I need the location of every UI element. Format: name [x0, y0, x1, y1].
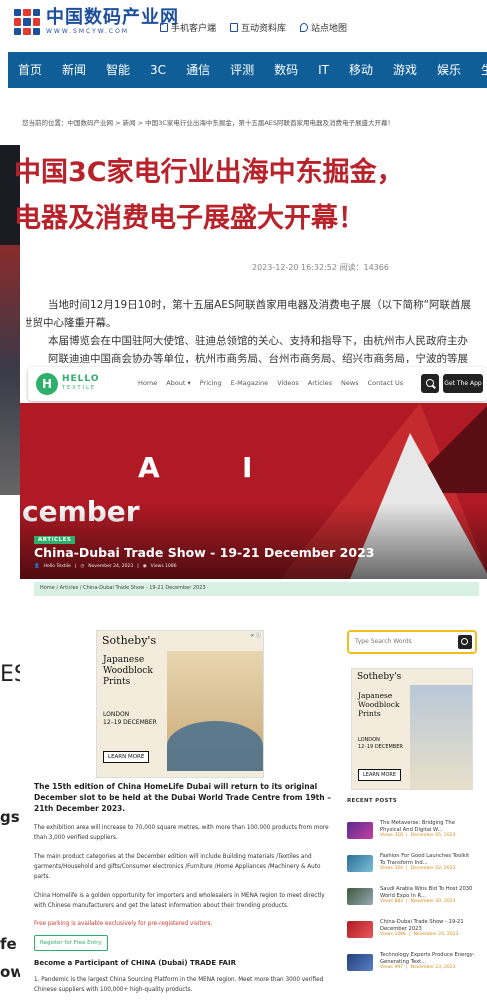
view-count: Views 1086 — [150, 564, 177, 569]
ad-brand: Sotheby's — [357, 672, 402, 682]
cn-article-title: 中国3C家电行业出海中东掘金， 电器及消费电子展盛大开幕！ — [14, 157, 404, 234]
hero-bg-text: A — [138, 451, 160, 484]
cn-article-body: 当地时间12月19日10时，第十五届AES阿联酋家用电器及消费电子展（以下简称“… — [26, 299, 472, 365]
document-icon — [230, 23, 239, 32]
post-thumbnail[interactable] — [347, 855, 373, 872]
ht-logo-sub: TEXTILE — [62, 385, 97, 391]
ad-brand: Sotheby's — [102, 634, 157, 647]
post-date: November 24, 2023 — [88, 564, 134, 569]
parking-note: Free parking is available exclusively fo… — [34, 921, 213, 927]
ad-snow-image — [410, 685, 472, 789]
cn-nav-item[interactable]: 评测 — [220, 52, 264, 88]
article-subheading: Become a Participant of CHINA (Dubai) TR… — [34, 959, 236, 967]
ht-nav-item[interactable]: Videos — [277, 379, 299, 387]
calendar-icon: ◷ — [80, 564, 85, 569]
recent-post[interactable]: Saudi Arabia Wins Bid To Host 2030 World… — [347, 886, 477, 916]
recent-post[interactable]: Fashion For Good Launches Toolkit To Tra… — [347, 853, 477, 883]
sidebar-search-input[interactable]: Type Search Words — [355, 638, 412, 645]
cn-main-nav: 首页 新闻 智能 3C 通信 评测 数码 IT 移动 游戏 娱乐 生活 — [8, 52, 487, 88]
post-thumbnail[interactable] — [347, 921, 373, 938]
category-badge[interactable]: ARTICLES — [34, 536, 76, 544]
ht-article-meta: 👤 Hello Textile | ◷ November 24, 2023 | ◉ Vie… — [34, 564, 177, 569]
recent-post[interactable]: Technology Experts Produce Energy-Genera… — [347, 952, 477, 982]
hero-bg-text: I — [242, 451, 253, 484]
cn-nav-item[interactable]: 移动 — [339, 52, 383, 88]
chevron-down-icon: ▾ — [185, 379, 191, 387]
ad-title: Japanese Woodblock Prints — [358, 691, 400, 718]
cn-link-mobile-client[interactable]: 手机客户端 — [160, 21, 216, 34]
ht-page: H HELLO TEXTILE Home About ▾ Pricing E-M… — [20, 363, 487, 1000]
cn-logo-icon — [14, 9, 40, 35]
ht-nav-item[interactable]: About ▾ — [166, 379, 191, 387]
breadcrumb-text[interactable]: Home / Articles / China-Dubai Trade Show… — [40, 585, 206, 591]
cn-breadcrumb: 您当前的位置：中国数码产业网 > 新闻 > 中国3C家电行业出海中东掘金，第十五… — [22, 119, 395, 127]
background-photo-strip — [0, 245, 20, 495]
ht-nav: Home About ▾ Pricing E-Magazine Videos A… — [138, 379, 403, 387]
post-thumbnail[interactable] — [347, 822, 373, 839]
recent-post[interactable]: China-Dubai Trade Show - 19-21 December … — [347, 919, 477, 949]
article-paragraph: China Homelife is a golden opportunity f… — [34, 893, 325, 909]
cn-nav-item[interactable]: 新闻 — [52, 52, 96, 88]
phone-icon — [160, 23, 168, 32]
ht-nav-item[interactable]: Articles — [308, 379, 332, 387]
ad-learn-more-button[interactable]: LEARN MORE — [358, 769, 402, 781]
author-icon: 👤 — [34, 564, 40, 569]
cn-article-meta: 2023-12-20 16:32:52 阅读：14366 — [252, 263, 389, 272]
ht-article-body: The 15th edition of China HomeLife Dubai… — [34, 781, 334, 995]
recent-post[interactable]: The Metaverse: Bridging The Physical And… — [347, 820, 477, 850]
cn-nav-item[interactable]: 娱乐 — [427, 52, 471, 88]
cn-top-links: 手机客户端 互动资料库 站点地图 — [160, 21, 347, 34]
cn-logo[interactable]: 中国数码产业网 WWW.SMCYW.COM — [14, 8, 179, 36]
register-button[interactable]: Register for Free Entry — [34, 935, 108, 951]
ad-close-icon[interactable]: ✕ ⓘ — [250, 632, 261, 639]
cn-nav-item[interactable]: 数码 — [264, 52, 308, 88]
cn-nav-item[interactable]: 3C — [140, 52, 176, 88]
ht-breadcrumb: Home / Articles / China-Dubai Trade Show… — [34, 582, 479, 596]
ht-logo-name: HELLO — [62, 374, 100, 384]
ht-nav-item[interactable]: Pricing — [200, 379, 222, 387]
screenshot-collage: 中国数码产业网 WWW.SMCYW.COM 手机客户端 互动资料库 站点地图 首… — [0, 0, 487, 1000]
cn-link-sitemap[interactable]: 站点地图 — [300, 21, 347, 34]
author-name[interactable]: Hello Textile — [44, 564, 71, 569]
ht-logo[interactable]: H HELLO TEXTILE — [36, 373, 99, 395]
recent-posts-list: The Metaverse: Bridging The Physical And… — [347, 820, 477, 985]
ad-learn-more-button[interactable]: LEARN MORE — [103, 751, 150, 763]
cn-nav-item[interactable]: 首页 — [8, 52, 52, 88]
search-icon[interactable] — [458, 635, 472, 649]
ht-nav-item[interactable]: Home — [138, 379, 157, 387]
ht-nav-item[interactable]: E-Magazine — [231, 379, 269, 387]
ad-wave-image — [167, 721, 263, 771]
ad-title: Japanese Woodblock Prints — [103, 655, 153, 687]
cn-nav-item[interactable]: IT — [308, 52, 339, 88]
ad-location: LONDON 12–19 DECEMBER — [103, 711, 157, 726]
ht-header: H HELLO TEXTILE Home About ▾ Pricing E-M… — [28, 367, 487, 401]
get-app-button[interactable]: Get The App — [443, 374, 483, 393]
search-icon[interactable] — [421, 374, 439, 393]
cn-nav-item[interactable]: 游戏 — [383, 52, 427, 88]
article-paragraph: 1. Pandemic is the largest China Sourcin… — [34, 977, 324, 993]
sidebar-sothebys-ad[interactable]: Sotheby's Japanese Woodblock Prints LOND… — [351, 668, 473, 790]
eye-icon: ◉ — [142, 564, 147, 569]
ht-logo-icon: H — [36, 373, 58, 395]
article-lead: The 15th edition of China HomeLife Dubai… — [34, 782, 331, 813]
recent-posts-heading: RECENT POSTS — [347, 798, 398, 804]
article-paragraph: The main product categories at the Decem… — [34, 854, 321, 880]
sothebys-ad[interactable]: Sotheby's ✕ ⓘ Japanese Woodblock Prints … — [96, 630, 264, 778]
location-pin-icon — [300, 23, 309, 32]
sidebar-search: Type Search Words — [347, 630, 477, 654]
cn-nav-item[interactable]: 通信 — [176, 52, 220, 88]
ht-article-title: China-Dubai Trade Show - 19-21 December … — [34, 545, 375, 560]
ht-nav-item[interactable]: Contact Us — [368, 379, 404, 387]
cn-link-database[interactable]: 互动资料库 — [230, 21, 286, 34]
cn-nav-item[interactable]: 生活 — [471, 52, 487, 88]
cn-nav-item[interactable]: 智能 — [96, 52, 140, 88]
ht-nav-item[interactable]: News — [341, 379, 359, 387]
ad-location: LONDON 12–19 DECEMBER — [358, 737, 403, 750]
article-paragraph: The exhibition area will increase to 70,… — [34, 825, 329, 841]
post-thumbnail[interactable] — [347, 954, 373, 971]
cn-header: 中国数码产业网 WWW.SMCYW.COM 手机客户端 互动资料库 站点地图 — [8, 0, 487, 52]
post-thumbnail[interactable] — [347, 888, 373, 905]
